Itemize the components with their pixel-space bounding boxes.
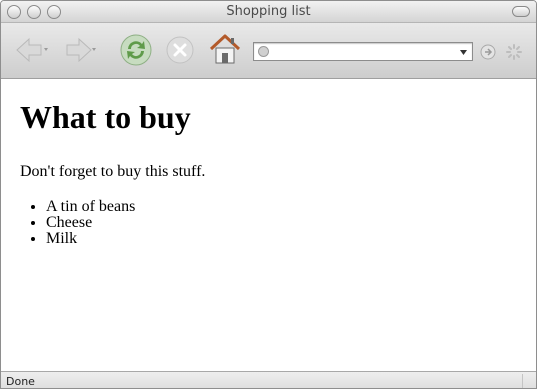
forward-button[interactable] — [63, 35, 97, 65]
status-bar: Done — [1, 371, 536, 388]
resize-handle[interactable] — [522, 374, 536, 388]
list-item: Milk — [46, 231, 135, 247]
stop-icon — [166, 36, 194, 64]
list-item: Cheese — [46, 215, 135, 231]
navigation-toolbar — [1, 23, 536, 79]
list-item: A tin of beans — [46, 199, 135, 215]
page-heading: What to buy — [20, 99, 191, 135]
back-arrow-icon — [16, 37, 48, 63]
back-button[interactable] — [15, 35, 49, 65]
toolbar-toggle-button[interactable] — [512, 6, 530, 17]
page-content: What to buy Don't forget to buy this stu… — [1, 80, 536, 371]
intro-paragraph: Don't forget to buy this stuff. — [20, 163, 206, 180]
reload-icon — [120, 34, 152, 66]
home-icon — [209, 34, 241, 64]
shopping-list: A tin of beans Cheese Milk — [46, 199, 135, 247]
site-icon — [258, 46, 269, 57]
reload-button[interactable] — [119, 33, 153, 67]
window-title: Shopping list — [226, 4, 311, 19]
url-input[interactable] — [274, 44, 454, 59]
throbber-icon — [506, 44, 522, 60]
status-text: Done — [6, 375, 35, 388]
address-bar[interactable] — [253, 42, 473, 61]
dropdown-icon[interactable] — [459, 48, 468, 57]
home-button[interactable] — [208, 32, 242, 66]
go-icon[interactable] — [480, 44, 496, 60]
forward-arrow-icon — [66, 37, 96, 63]
title-bar: Shopping list — [1, 1, 536, 23]
browser-window: Shopping list What to buy Don't forget t… — [0, 0, 537, 389]
stop-button[interactable] — [165, 35, 195, 65]
